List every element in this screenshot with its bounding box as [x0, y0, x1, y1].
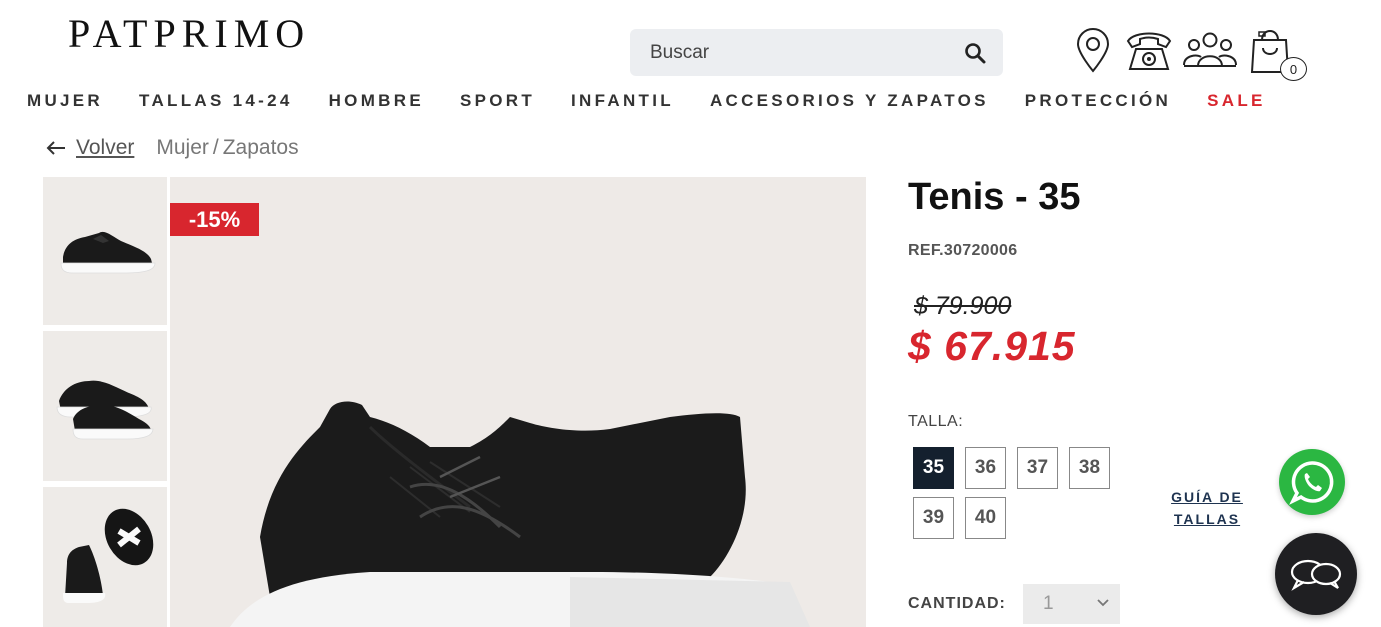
brand-logo[interactable]: PATPRIMO — [68, 10, 310, 57]
old-price: $ 79.900 — [914, 292, 1012, 320]
nav-item-infantil[interactable]: INFANTIL — [571, 91, 674, 111]
size-label: TALLA: — [908, 413, 964, 430]
phone-icon[interactable] — [1124, 27, 1174, 73]
size-option-40[interactable]: 40 — [965, 497, 1006, 539]
size-option-38[interactable]: 38 — [1069, 447, 1110, 489]
size-guide-link[interactable]: GUÍA DE TALLAS — [1162, 486, 1252, 530]
size-option-36[interactable]: 36 — [965, 447, 1006, 489]
shoe-side-image — [60, 231, 156, 274]
size-guide-line1: GUÍA DE — [1171, 489, 1243, 505]
product-title: Tenis - 35 — [908, 176, 1081, 218]
nav-item-tallas[interactable]: TALLAS 14-24 — [139, 91, 293, 111]
back-label: Volver — [76, 136, 135, 159]
nav-item-sport[interactable]: SPORT — [460, 91, 535, 111]
size-option-39[interactable]: 39 — [913, 497, 954, 539]
whatsapp-icon — [1289, 461, 1334, 505]
search-bar — [630, 29, 1003, 76]
nav-item-proteccion[interactable]: PROTECCIÓN — [1025, 91, 1171, 111]
quantity-value: 1 — [1043, 593, 1054, 614]
breadcrumb-section[interactable]: Mujer — [156, 136, 209, 160]
back-link[interactable]: Volver — [46, 136, 134, 160]
shoe-pair-image — [56, 380, 154, 440]
whatsapp-button[interactable] — [1279, 449, 1345, 515]
shoe-sole-image — [63, 508, 154, 603]
size-option-35[interactable]: 35 — [913, 447, 954, 489]
breadcrumb-separator: / — [212, 136, 219, 159]
size-option-37[interactable]: 37 — [1017, 447, 1058, 489]
nav-item-sale[interactable]: SALE — [1207, 91, 1266, 111]
breadcrumb: Volver Mujer / Zapatos — [46, 136, 299, 160]
quantity-label: CANTIDAD: — [908, 595, 1006, 612]
nav-item-mujer[interactable]: MUJER — [27, 91, 103, 111]
location-pin-icon[interactable] — [1074, 27, 1112, 73]
product-ref: REF.30720006 — [908, 242, 1018, 259]
quantity-select[interactable]: 1 — [1023, 584, 1120, 624]
nav-item-hombre[interactable]: HOMBRE — [329, 91, 424, 111]
people-icon[interactable] — [1182, 31, 1238, 69]
shoe-closeup-image — [230, 401, 810, 627]
chat-bubbles-icon — [1290, 559, 1342, 591]
search-input[interactable] — [650, 41, 963, 64]
main-nav: MUJER TALLAS 14-24 HOMBRE SPORT INFANTIL… — [27, 91, 1266, 111]
arrow-left-icon — [46, 141, 65, 155]
size-guide-line2: TALLAS — [1173, 511, 1241, 527]
chevron-down-icon — [1097, 599, 1109, 607]
chat-button[interactable] — [1275, 533, 1357, 615]
product-thumbnail-1[interactable] — [43, 177, 167, 325]
product-thumbnail-2[interactable] — [43, 331, 167, 481]
product-thumbnail-3[interactable] — [43, 487, 167, 627]
nav-item-accesorios[interactable]: ACCESORIOS Y ZAPATOS — [710, 91, 989, 111]
breadcrumb-category[interactable]: Zapatos — [223, 136, 299, 160]
sale-price: $ 67.915 — [908, 323, 1076, 369]
cart-count-badge[interactable]: 0 — [1280, 57, 1307, 81]
search-icon[interactable] — [963, 41, 987, 65]
product-main-image[interactable] — [170, 177, 866, 627]
discount-badge: -15% — [170, 203, 259, 236]
